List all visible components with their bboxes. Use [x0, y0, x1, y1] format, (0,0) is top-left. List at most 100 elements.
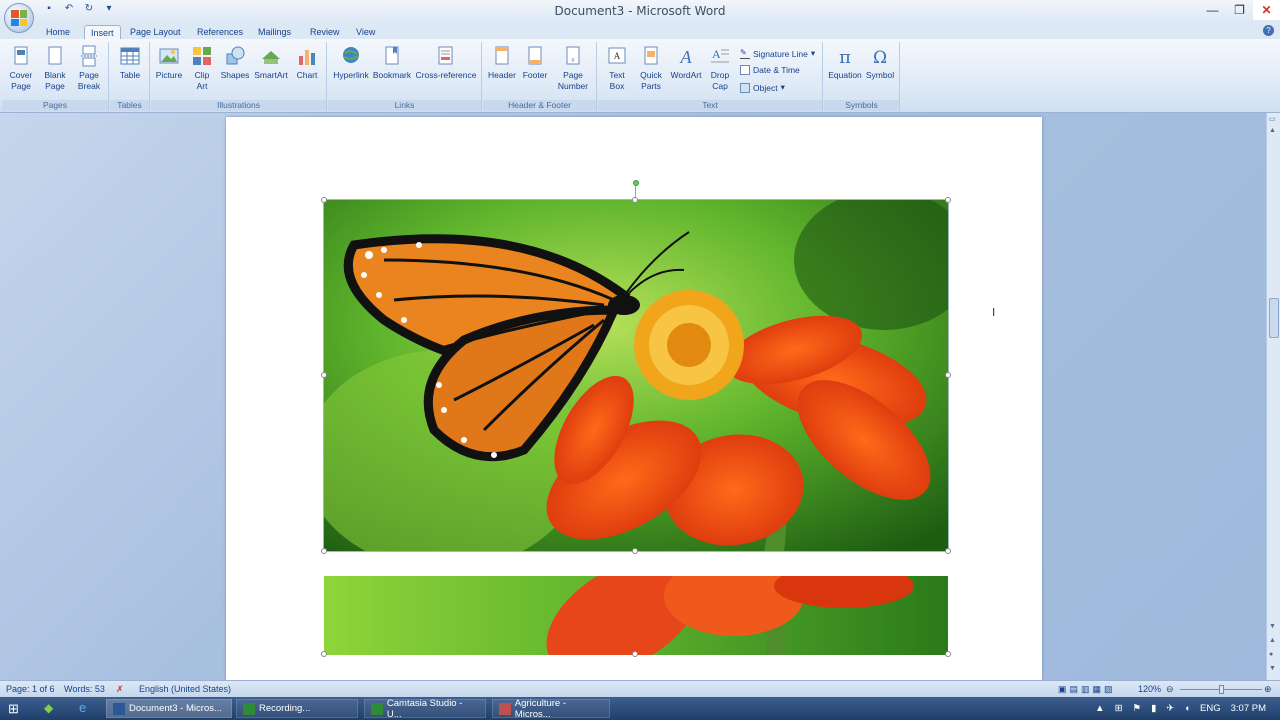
help-icon[interactable]: ? — [1263, 25, 1274, 36]
text-box-button[interactable]: A Text Box — [602, 45, 632, 92]
symbol-button[interactable]: Ω Symbol — [864, 45, 896, 81]
powerpoint-icon — [499, 702, 511, 715]
window-title: Document3 - Microsoft Word — [554, 4, 726, 18]
task-agriculture[interactable]: Agriculture - Micros... — [492, 698, 610, 720]
page-number-icon: # — [566, 46, 580, 65]
equation-button[interactable]: π Equation — [827, 45, 863, 81]
rotation-handle[interactable] — [633, 180, 639, 186]
resize-handle-s[interactable] — [632, 548, 638, 554]
minimize-icon[interactable]: — — [1199, 0, 1226, 20]
tab-home[interactable]: Home — [40, 25, 76, 40]
page-count[interactable]: Page: 1 of 6 — [6, 684, 55, 694]
date-time-button[interactable]: Date & Time — [740, 65, 800, 75]
table-button[interactable]: Table — [115, 45, 145, 81]
resize-handle-se[interactable] — [945, 548, 951, 554]
clock[interactable]: 3:07 PM — [1231, 703, 1266, 714]
tray-app-icon[interactable]: ⊞ — [1115, 703, 1123, 714]
resize-handle-se-2[interactable] — [945, 651, 951, 657]
office-logo-icon — [11, 10, 27, 26]
chart-button[interactable]: Chart — [292, 45, 322, 81]
previous-page-icon[interactable]: ▲ — [1269, 637, 1276, 644]
scroll-up-icon[interactable]: ▲ — [1269, 127, 1276, 134]
resize-handle-n[interactable] — [632, 197, 638, 203]
drop-cap-button[interactable]: A Drop Cap — [706, 45, 734, 92]
tab-view[interactable]: View — [350, 25, 381, 40]
zoom-in-icon[interactable]: ⊕ — [1264, 684, 1272, 695]
wordart-button[interactable]: A WordArt — [668, 45, 704, 81]
keyboard-language[interactable]: ENG — [1200, 703, 1221, 714]
svg-text:Ω: Ω — [873, 48, 887, 67]
calendar-icon — [740, 65, 750, 75]
word-count[interactable]: Words: 53 — [64, 684, 105, 694]
tab-page-layout[interactable]: Page Layout — [124, 25, 187, 40]
page-number-button[interactable]: # Page Number — [555, 45, 591, 92]
battery-icon[interactable]: ▮ — [1151, 703, 1156, 714]
internet-explorer-icon[interactable]: e — [79, 700, 86, 715]
footer-button[interactable]: Footer — [519, 45, 551, 81]
shapes-button[interactable]: Shapes — [219, 45, 251, 81]
status-bar: Page: 1 of 6 Words: 53 ✗ English (United… — [0, 680, 1280, 697]
clip-art-button[interactable]: Clip Art — [188, 45, 216, 92]
next-page-icon[interactable]: ▼ — [1269, 665, 1276, 672]
scroll-thumb[interactable] — [1269, 298, 1279, 338]
volume-icon[interactable]: ◖ — [1184, 703, 1190, 714]
flag-icon[interactable]: ⚑ — [1133, 703, 1142, 714]
group-pages: Cover Page Blank Page Page Break Pages — [2, 42, 109, 112]
ruler-toggle-icon[interactable]: ▭ — [1269, 115, 1276, 123]
resize-handle-sw[interactable] — [321, 548, 327, 554]
smartart-button[interactable]: SmartArt — [253, 45, 289, 81]
flower-image-graphic — [324, 576, 948, 655]
windows-start-icon[interactable]: ⊞ — [8, 701, 19, 717]
header-button[interactable]: Header — [485, 45, 519, 81]
close-icon[interactable]: ✕ — [1253, 0, 1280, 20]
chart-icon — [299, 50, 315, 65]
quick-parts-button[interactable]: Quick Parts — [636, 45, 666, 92]
bookmark-button[interactable]: Bookmark — [372, 45, 412, 81]
resize-handle-s-2[interactable] — [632, 651, 638, 657]
task-recording[interactable]: Recording... — [236, 699, 358, 718]
restore-icon[interactable]: ❐ — [1226, 0, 1253, 20]
zoom-slider-thumb[interactable] — [1219, 685, 1224, 694]
app-pinned-icon[interactable]: ◆ — [44, 701, 53, 715]
vertical-scrollbar[interactable]: ▭ ▲ ▼ ▲ ● ▼ — [1266, 113, 1280, 680]
resize-handle-nw[interactable] — [321, 197, 327, 203]
resize-handle-w[interactable] — [321, 372, 327, 378]
hyperlink-button[interactable]: Hyperlink — [331, 45, 371, 81]
signature-icon: ✎ — [740, 48, 750, 59]
word-icon — [113, 702, 125, 715]
resize-handle-ne[interactable] — [945, 197, 951, 203]
taskbar: ⊞ ◆ e Document3 - Micros... Recording...… — [0, 697, 1280, 720]
zoom-out-icon[interactable]: ⊖ — [1166, 684, 1174, 695]
network-icon[interactable]: ✈ — [1166, 703, 1174, 714]
signature-line-button[interactable]: ✎ Signature Line ▾ — [740, 48, 815, 59]
office-button[interactable] — [4, 3, 34, 33]
page-break-button[interactable]: Page Break — [74, 45, 104, 92]
omega-icon: Ω — [873, 48, 887, 67]
flower-image-2[interactable] — [324, 576, 948, 655]
clip-art-icon — [193, 47, 211, 65]
view-buttons[interactable]: ▣▤▥▦▧ — [1058, 684, 1116, 695]
language-indicator[interactable]: English (United States) — [139, 684, 231, 694]
butterfly-flower-image[interactable] — [323, 199, 949, 552]
select-browse-object-icon[interactable]: ● — [1269, 651, 1273, 658]
group-label-illustrations: Illustrations — [151, 100, 326, 111]
zoom-level[interactable]: 120% — [1138, 684, 1161, 694]
task-word-document3[interactable]: Document3 - Micros... — [106, 699, 232, 718]
resize-handle-e[interactable] — [945, 372, 951, 378]
blank-page-button[interactable]: Blank Page — [40, 45, 70, 92]
object-button[interactable]: Object ▾ — [740, 82, 785, 93]
title-bar: ▪ ↶ ↻ ▾ Document3 - Microsoft Word — ❐ ✕ — [0, 0, 1280, 22]
cover-page-button[interactable]: Cover Page — [6, 45, 36, 92]
cross-reference-button[interactable]: Cross-reference — [414, 45, 478, 81]
task-camtasia-studio[interactable]: Camtasia Studio - U... — [364, 698, 486, 720]
camtasia-icon — [371, 702, 383, 715]
scroll-down-icon[interactable]: ▼ — [1269, 623, 1276, 630]
tab-references[interactable]: References — [191, 25, 249, 40]
proofing-icon[interactable]: ✗ — [116, 684, 124, 695]
picture-button[interactable]: Picture — [154, 45, 184, 81]
tray-expand-icon[interactable]: ▲ — [1095, 703, 1104, 714]
tab-review[interactable]: Review — [304, 25, 346, 40]
resize-handle-sw-2[interactable] — [321, 651, 327, 657]
tab-insert[interactable]: Insert — [84, 25, 121, 40]
tab-mailings[interactable]: Mailings — [252, 25, 297, 40]
